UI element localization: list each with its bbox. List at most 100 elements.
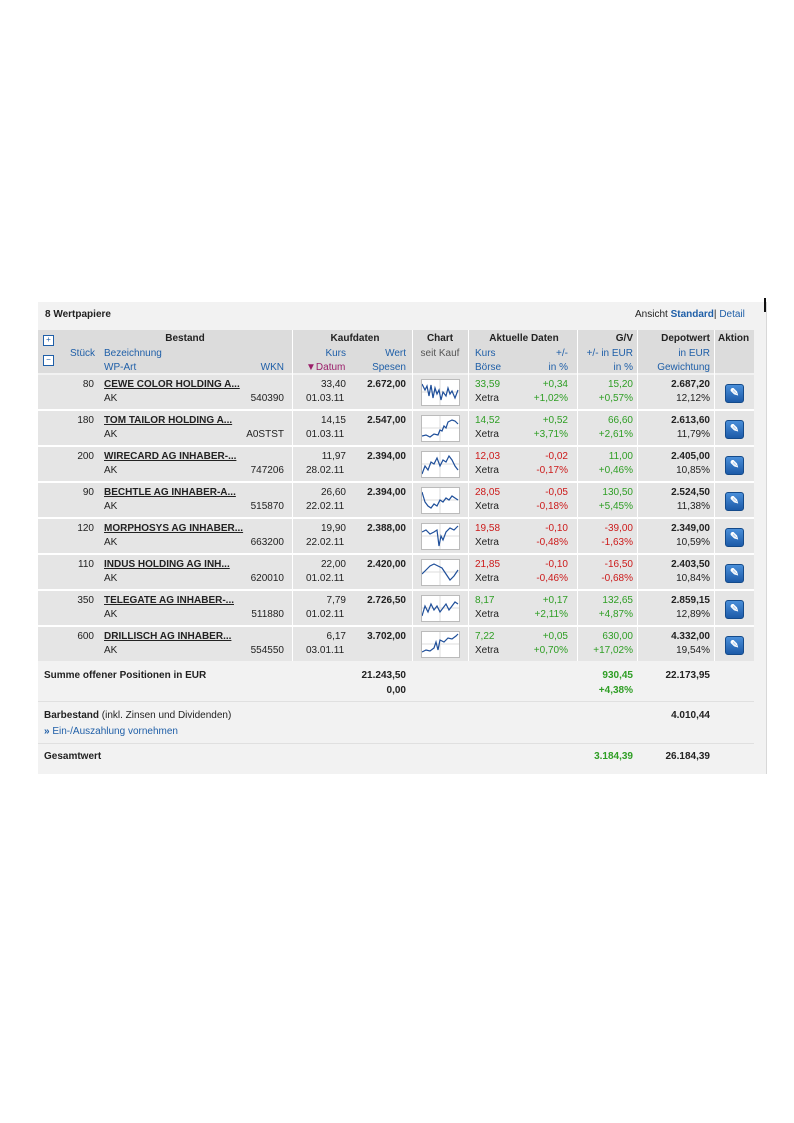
row-price: 19,58 xyxy=(475,523,501,534)
edit-pencil-icon[interactable]: ✎ xyxy=(725,456,744,475)
sparkline-chart[interactable] xyxy=(421,451,460,478)
row-qty: 600 xyxy=(77,631,94,642)
row-exchange: Xetra xyxy=(475,501,499,512)
divider xyxy=(38,701,754,702)
row-name-link[interactable]: TELEGATE AG INHABER-... xyxy=(104,595,234,606)
row-weight: 10,59% xyxy=(676,537,710,548)
expand-all-icon[interactable]: + xyxy=(43,335,54,346)
edit-pencil-icon[interactable]: ✎ xyxy=(725,492,744,511)
row-gv-pct: -0,68% xyxy=(601,573,633,584)
row-type: AK xyxy=(104,609,118,620)
col-spesen[interactable]: Spesen xyxy=(360,362,406,373)
col-boerse[interactable]: Börse xyxy=(475,362,501,373)
sparkline-chart[interactable] xyxy=(421,631,460,658)
row-value: 2.388,00 xyxy=(367,523,406,534)
row-gv-eur: 132,65 xyxy=(602,595,633,606)
view-standard-link[interactable]: Standard xyxy=(671,309,714,320)
row-qty: 180 xyxy=(77,415,94,426)
row-value: 2.394,00 xyxy=(367,451,406,462)
col-in-eur[interactable]: in EUR xyxy=(650,348,710,359)
edit-pencil-icon[interactable]: ✎ xyxy=(725,564,744,583)
row-wkn: 554550 xyxy=(250,645,284,656)
col-gewichtung[interactable]: Gewichtung xyxy=(640,362,710,373)
edit-pencil-icon[interactable]: ✎ xyxy=(725,528,744,547)
edit-pencil-icon[interactable]: ✎ xyxy=(725,636,744,655)
row-gv-pct: +0,46% xyxy=(598,465,633,476)
text-cursor xyxy=(764,298,766,312)
row-change: +0,34 xyxy=(542,379,568,390)
col-plusminus[interactable]: +/- xyxy=(530,348,568,359)
sparkline-chart[interactable] xyxy=(421,523,460,550)
sparkline-chart[interactable] xyxy=(421,595,460,622)
row-name-link[interactable]: DRILLISCH AG INHABER... xyxy=(104,631,231,642)
row-qty: 120 xyxy=(77,523,94,534)
column-divider xyxy=(714,330,715,661)
col-in-pct[interactable]: in % xyxy=(530,362,568,373)
row-gv-pct: +0,57% xyxy=(598,393,633,404)
row-gv-eur: 11,00 xyxy=(608,451,633,462)
edit-pencil-icon[interactable]: ✎ xyxy=(725,600,744,619)
row-depot: 2.859,15 xyxy=(671,595,710,606)
summary-label: Summe offener Positionen in EUR xyxy=(44,670,207,681)
col-seit-kauf: seit Kauf xyxy=(420,348,460,359)
column-divider xyxy=(292,330,293,661)
column-divider xyxy=(577,330,578,661)
sparkline-chart[interactable] xyxy=(421,415,460,442)
row-depot: 2.405,00 xyxy=(671,451,710,462)
row-qty: 90 xyxy=(82,487,94,498)
row-buy-price: 22,00 xyxy=(320,559,346,570)
row-name-link[interactable]: CEWE COLOR HOLDING A... xyxy=(104,379,240,390)
chevron-right-icon: » xyxy=(44,726,50,737)
row-name-link[interactable]: BECHTLE AG INHABER-A... xyxy=(104,487,236,498)
row-value: 2.547,00 xyxy=(367,415,406,426)
row-depot: 2.687,20 xyxy=(671,379,710,390)
col-kurs[interactable]: Kurs xyxy=(300,348,346,359)
row-change: -0,10 xyxy=(545,523,568,534)
sparkline-chart[interactable] xyxy=(421,379,460,406)
col-depotwert: Depotwert xyxy=(661,333,710,344)
col-gv-eur[interactable]: +/- in EUR xyxy=(575,348,633,359)
row-wkn: 620010 xyxy=(250,573,284,584)
sparkline-chart[interactable] xyxy=(421,559,460,586)
row-value: 2.394,00 xyxy=(367,487,406,498)
row-change: +0,52 xyxy=(542,415,568,426)
row-exchange: Xetra xyxy=(475,429,499,440)
row-name-link[interactable]: WIRECARD AG INHABER-... xyxy=(104,451,236,462)
sparkline-chart[interactable] xyxy=(421,487,460,514)
row-gv-pct: +5,45% xyxy=(598,501,633,512)
row-date: 01.03.11 xyxy=(306,393,345,404)
securities-count: 8 Wertpapiere xyxy=(45,309,111,320)
col-bezeichnung[interactable]: Bezeichnung xyxy=(104,348,162,359)
col-stueck[interactable]: Stück xyxy=(70,348,95,359)
col-wert[interactable]: Wert xyxy=(360,348,406,359)
column-divider xyxy=(468,330,469,661)
col-wkn[interactable]: WKN xyxy=(240,362,284,373)
edit-pencil-icon[interactable]: ✎ xyxy=(725,420,744,439)
row-buy-price: 26,60 xyxy=(320,487,346,498)
row-depot: 2.524,50 xyxy=(671,487,710,498)
row-weight: 11,79% xyxy=(676,429,710,440)
col-akt-kurs[interactable]: Kurs xyxy=(475,348,496,359)
row-buy-price: 19,90 xyxy=(320,523,346,534)
edit-pencil-icon[interactable]: ✎ xyxy=(725,384,744,403)
collapse-all-icon[interactable]: − xyxy=(43,355,54,366)
row-name-link[interactable]: INDUS HOLDING AG INH... xyxy=(104,559,230,570)
row-name-link[interactable]: TOM TAILOR HOLDING A... xyxy=(104,415,232,426)
row-gv-eur: 66,60 xyxy=(607,415,633,426)
row-wkn: 663200 xyxy=(250,537,284,548)
row-weight: 11,38% xyxy=(676,501,710,512)
row-buy-price: 33,40 xyxy=(320,379,346,390)
deposit-withdraw-link[interactable]: » Ein-/Auszahlung vornehmen xyxy=(44,726,178,737)
col-datum[interactable]: ▼Datum xyxy=(306,362,345,373)
col-gv: G/V xyxy=(615,333,633,344)
row-name-link[interactable]: MORPHOSYS AG INHABER... xyxy=(104,523,243,534)
row-date: 01.03.11 xyxy=(306,429,345,440)
row-type: AK xyxy=(104,537,118,548)
row-date: 01.02.11 xyxy=(306,573,345,584)
row-qty: 110 xyxy=(78,559,94,570)
col-gv-pct[interactable]: in % xyxy=(585,362,633,373)
col-wp-art[interactable]: WP-Art xyxy=(104,362,136,373)
row-price: 33,59 xyxy=(475,379,501,390)
view-detail-link[interactable]: Detail xyxy=(719,309,745,320)
row-price: 28,05 xyxy=(475,487,501,498)
